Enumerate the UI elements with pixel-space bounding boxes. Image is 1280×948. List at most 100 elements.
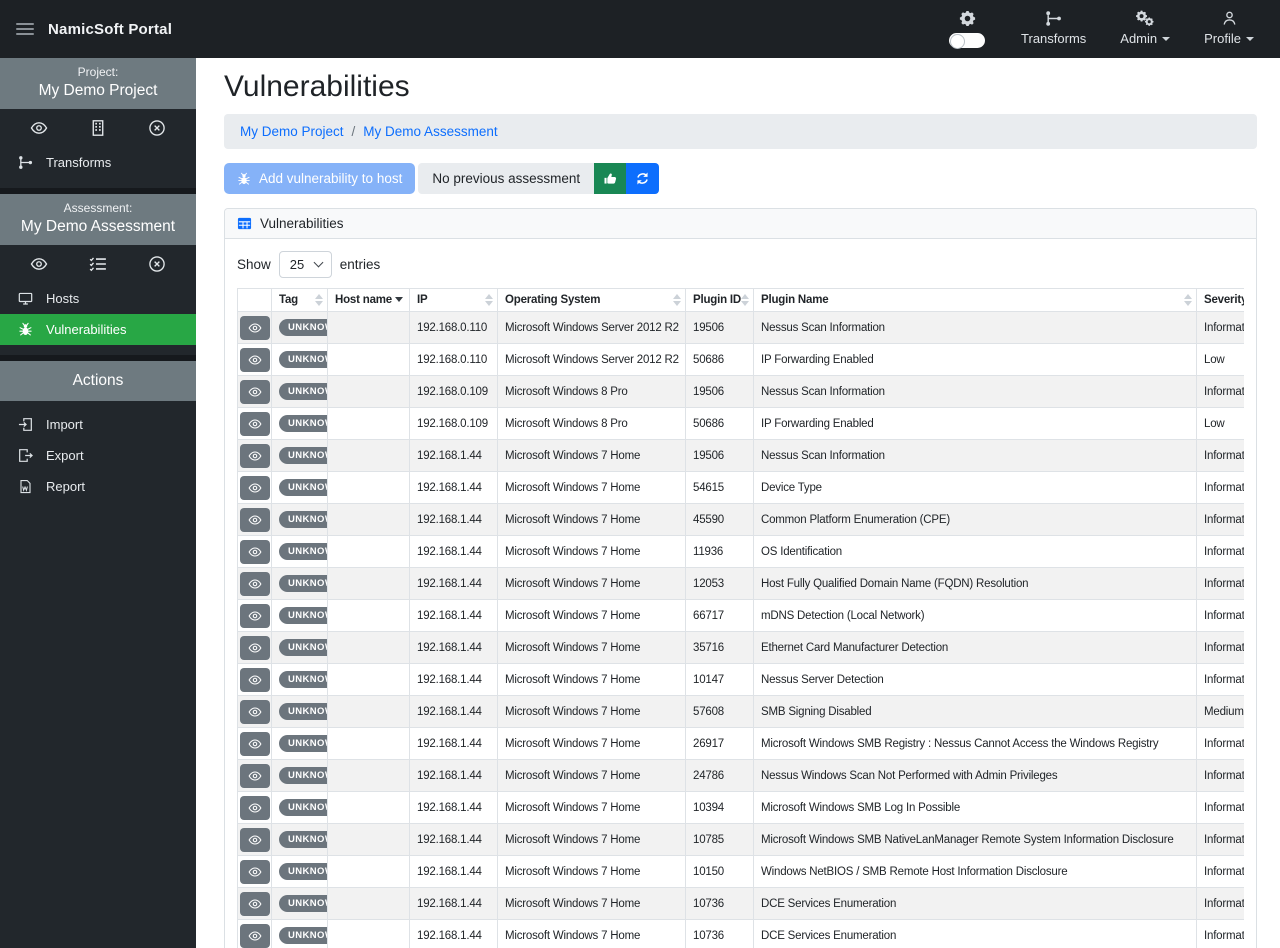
tag-badge: UNKNOWN bbox=[279, 703, 327, 720]
close-project-icon[interactable] bbox=[148, 119, 166, 137]
vulnerabilities-table-container: Tag Host name IP Operating System Plugin ID P… bbox=[237, 288, 1244, 948]
table-row: UNKNOWN 192.168.0.110 Microsoft Windows … bbox=[237, 343, 1244, 376]
nav-settings-toggle[interactable] bbox=[947, 10, 987, 49]
view-vulnerability-button[interactable] bbox=[239, 475, 270, 500]
host-name-cell bbox=[327, 503, 410, 536]
view-vulnerability-button[interactable] bbox=[239, 923, 270, 948]
sidebar-item-export[interactable]: Export bbox=[0, 440, 196, 471]
view-vulnerability-button[interactable] bbox=[239, 667, 270, 692]
card-header: Vulnerabilities bbox=[225, 209, 1256, 239]
operating-system-cell: Microsoft Windows 7 Home bbox=[497, 535, 686, 568]
column-header-plugin-name[interactable]: Plugin Name bbox=[753, 288, 1197, 312]
breadcrumb-assessment-link[interactable]: My Demo Assessment bbox=[363, 124, 497, 139]
view-vulnerability-button[interactable] bbox=[239, 827, 270, 852]
sidebar-item-vulnerabilities[interactable]: Vulnerabilities bbox=[0, 314, 196, 345]
plugin-id-cell: 54615 bbox=[685, 471, 754, 504]
nav-admin[interactable]: Admin bbox=[1120, 10, 1171, 46]
view-vulnerability-button[interactable] bbox=[239, 571, 270, 596]
view-vulnerability-button[interactable] bbox=[239, 411, 270, 436]
view-vulnerability-button[interactable] bbox=[239, 507, 270, 532]
eye-icon bbox=[248, 513, 262, 527]
sidebar-item-import[interactable]: Import bbox=[0, 409, 196, 440]
column-label: Plugin ID bbox=[693, 294, 742, 306]
add-vulnerability-button[interactable]: Add vulnerability to host bbox=[224, 163, 416, 194]
sort-icon bbox=[315, 294, 323, 306]
view-vulnerability-button[interactable] bbox=[239, 763, 270, 788]
host-name-cell bbox=[327, 727, 410, 760]
plugin-name-cell: Common Platform Enumeration (CPE) bbox=[753, 503, 1197, 536]
sidebar-item-transforms[interactable]: Transforms bbox=[0, 147, 196, 178]
plugin-name-cell: Nessus Scan Information bbox=[753, 311, 1197, 344]
column-header-severity[interactable]: Severity bbox=[1196, 288, 1244, 312]
column-header-host-name[interactable]: Host name bbox=[327, 288, 410, 312]
ip-cell: 192.168.1.44 bbox=[409, 503, 498, 536]
view-vulnerability-button[interactable] bbox=[239, 379, 270, 404]
severity-cell: Informational bbox=[1196, 919, 1244, 948]
table-row: UNKNOWN 192.168.1.44 Microsoft Windows 7… bbox=[237, 631, 1244, 664]
approve-button[interactable] bbox=[594, 163, 627, 194]
view-vulnerability-button[interactable] bbox=[239, 347, 270, 372]
view-vulnerability-button[interactable] bbox=[239, 795, 270, 820]
ip-cell: 192.168.0.109 bbox=[409, 407, 498, 440]
tag-badge: UNKNOWN bbox=[279, 799, 327, 816]
plugin-name-cell: Nessus Scan Information bbox=[753, 375, 1197, 408]
column-header-operating-system[interactable]: Operating System bbox=[497, 288, 686, 312]
assessment-list-icon[interactable] bbox=[89, 255, 107, 273]
operating-system-cell: Microsoft Windows 7 Home bbox=[497, 887, 686, 920]
severity-cell: Low bbox=[1196, 343, 1244, 376]
eye-icon bbox=[248, 833, 262, 847]
close-assessment-icon[interactable] bbox=[148, 255, 166, 273]
view-vulnerability-button[interactable] bbox=[239, 891, 270, 916]
previous-assessment-select[interactable]: No previous assessment bbox=[418, 163, 595, 194]
severity-cell: Informational bbox=[1196, 663, 1244, 696]
column-header-tag[interactable]: Tag bbox=[271, 288, 328, 312]
column-header-ip[interactable]: IP bbox=[409, 288, 498, 312]
nav-transforms[interactable]: Transforms bbox=[1021, 10, 1086, 46]
view-vulnerability-button[interactable] bbox=[239, 635, 270, 660]
table-row: UNKNOWN 192.168.1.44 Microsoft Windows 7… bbox=[237, 727, 1244, 760]
refresh-button[interactable] bbox=[626, 163, 660, 194]
page-length-select[interactable]: 25 bbox=[278, 251, 332, 278]
nav-profile[interactable]: Profile bbox=[1204, 10, 1254, 46]
view-vulnerability-button[interactable] bbox=[239, 859, 270, 884]
tag-badge: UNKNOWN bbox=[279, 895, 327, 912]
tag-badge: UNKNOWN bbox=[279, 383, 327, 400]
nav-transforms-label: Transforms bbox=[1021, 31, 1087, 46]
view-vulnerability-button[interactable] bbox=[239, 443, 270, 468]
ip-cell: 192.168.1.44 bbox=[409, 727, 498, 760]
tag-badge: UNKNOWN bbox=[279, 511, 327, 528]
menu-icon[interactable] bbox=[14, 19, 36, 39]
severity-cell: Informational bbox=[1196, 439, 1244, 472]
eye-icon bbox=[248, 865, 262, 879]
sidebar-item-report[interactable]: Report bbox=[0, 471, 196, 502]
view-vulnerability-button[interactable] bbox=[239, 315, 270, 340]
view-vulnerability-button[interactable] bbox=[239, 731, 270, 756]
plugin-name-cell: DCE Services Enumeration bbox=[753, 887, 1197, 920]
ip-cell: 192.168.1.44 bbox=[409, 791, 498, 824]
column-header-actions bbox=[237, 288, 272, 312]
plugin-name-cell: Ethernet Card Manufacturer Detection bbox=[753, 631, 1197, 664]
view-project-icon[interactable] bbox=[30, 119, 48, 137]
tag-badge: UNKNOWN bbox=[279, 735, 327, 752]
view-vulnerability-button[interactable] bbox=[239, 603, 270, 628]
project-building-icon[interactable] bbox=[89, 119, 107, 137]
view-assessment-icon[interactable] bbox=[30, 255, 48, 273]
table-row: UNKNOWN 192.168.1.44 Microsoft Windows 7… bbox=[237, 503, 1244, 536]
assessment-label: Assessment: bbox=[63, 201, 133, 215]
eye-icon bbox=[248, 737, 262, 751]
toggle-switch[interactable] bbox=[949, 33, 986, 49]
view-vulnerability-button[interactable] bbox=[239, 699, 270, 724]
eye-icon bbox=[248, 545, 262, 559]
breadcrumb-project-link[interactable]: My Demo Project bbox=[240, 124, 344, 139]
severity-cell: Informational bbox=[1196, 887, 1244, 920]
column-header-plugin-id[interactable]: Plugin ID bbox=[685, 288, 754, 312]
actions-header: Actions bbox=[0, 361, 196, 401]
table-icon bbox=[237, 216, 252, 231]
host-name-cell bbox=[327, 535, 410, 568]
operating-system-cell: Microsoft Windows 7 Home bbox=[497, 823, 686, 856]
view-vulnerability-button[interactable] bbox=[239, 539, 270, 564]
eye-icon bbox=[248, 609, 262, 623]
ip-cell: 192.168.1.44 bbox=[409, 695, 498, 728]
app-title[interactable]: NamicSoft Portal bbox=[48, 21, 172, 38]
sidebar-item-hosts[interactable]: Hosts bbox=[0, 283, 196, 314]
